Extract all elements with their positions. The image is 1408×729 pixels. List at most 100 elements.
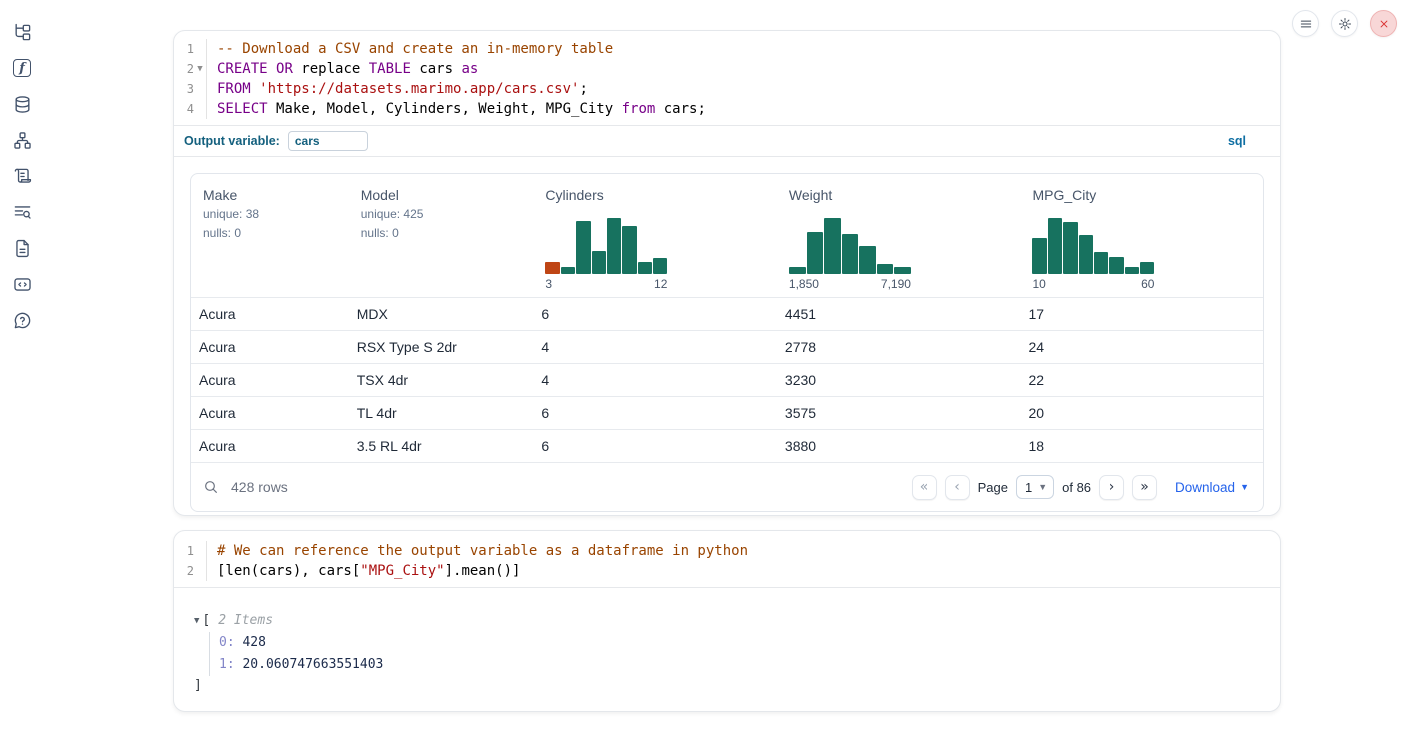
histogram-bar[interactable] bbox=[807, 232, 824, 274]
sidebar-item-snippets[interactable] bbox=[4, 266, 40, 302]
open-bracket: [ bbox=[202, 610, 210, 632]
token: replace bbox=[293, 61, 369, 77]
page-select[interactable]: 1 ▼ bbox=[1016, 475, 1054, 499]
table-cell: Acura bbox=[191, 405, 349, 421]
python-editor[interactable]: 1# We can reference the output variable … bbox=[174, 531, 1280, 587]
table-footer: 428 rows « ‹ Page 1 ▼ of 86 › » Download… bbox=[191, 462, 1263, 511]
table-cell: Acura bbox=[191, 372, 349, 388]
prev-page-icon: ‹ bbox=[954, 479, 960, 495]
next-page-button[interactable]: › bbox=[1099, 475, 1124, 500]
sidebar-item-datasources[interactable] bbox=[4, 86, 40, 122]
items-count-label: 2 Items bbox=[218, 610, 273, 632]
table-cell: TSX 4dr bbox=[349, 372, 534, 388]
logs-search-icon bbox=[13, 203, 32, 222]
line-gutter: 1 bbox=[174, 39, 207, 59]
histogram-bar[interactable] bbox=[1094, 252, 1108, 274]
column-histogram: 312 bbox=[545, 218, 667, 291]
histogram-bar[interactable] bbox=[1079, 235, 1093, 274]
sidebar-item-logs[interactable] bbox=[4, 194, 40, 230]
token: -- Download a CSV and create an in-memor… bbox=[217, 41, 613, 57]
axis-max-label: 60 bbox=[1141, 277, 1154, 291]
histogram-bar[interactable] bbox=[877, 264, 894, 274]
histogram-bar[interactable] bbox=[607, 218, 621, 274]
table-body: AcuraMDX6445117AcuraRSX Type S 2dr427782… bbox=[191, 297, 1263, 462]
tree-entry-key: 0: bbox=[219, 635, 235, 650]
histogram-bar[interactable] bbox=[592, 251, 606, 274]
histogram-bar[interactable] bbox=[653, 258, 667, 274]
table-column-header: MPG_City 1060 bbox=[1020, 174, 1263, 297]
page-total-label: of 86 bbox=[1062, 480, 1091, 495]
histogram-bar[interactable] bbox=[824, 218, 841, 274]
histogram-bar[interactable] bbox=[1032, 238, 1046, 274]
token: as bbox=[461, 61, 478, 77]
line-number: 3 bbox=[174, 79, 194, 99]
histogram-bar[interactable] bbox=[842, 234, 859, 274]
histogram-bar[interactable] bbox=[859, 246, 876, 274]
output-variable-input[interactable] bbox=[288, 131, 368, 151]
table-row[interactable]: AcuraMDX6445117 bbox=[191, 297, 1263, 330]
python-cell: 1# We can reference the output variable … bbox=[173, 530, 1281, 712]
histogram-bar[interactable] bbox=[1140, 262, 1154, 274]
last-page-button[interactable]: » bbox=[1132, 475, 1157, 500]
histogram-bar[interactable] bbox=[622, 226, 636, 274]
prev-page-button[interactable]: ‹ bbox=[945, 475, 970, 500]
histogram-bar[interactable] bbox=[576, 221, 590, 274]
table-row[interactable]: AcuraTL 4dr6357520 bbox=[191, 396, 1263, 429]
sql-editor[interactable]: 1 -- Download a CSV and create an in-memo… bbox=[174, 31, 1280, 125]
table-row[interactable]: AcuraRSX Type S 2dr4277824 bbox=[191, 330, 1263, 363]
table-cell: Acura bbox=[191, 306, 349, 322]
language-badge[interactable]: sql bbox=[1228, 134, 1246, 148]
first-page-button[interactable]: « bbox=[912, 475, 937, 500]
shutdown-button[interactable] bbox=[1370, 10, 1397, 37]
column-label[interactable]: Model bbox=[361, 187, 534, 203]
histogram-bar[interactable] bbox=[1109, 257, 1123, 274]
download-button[interactable]: Download ▼ bbox=[1175, 480, 1249, 495]
fold-chevron-icon[interactable]: ▼ bbox=[194, 59, 206, 79]
dependency-graph-icon bbox=[13, 131, 32, 150]
table-cell: 18 bbox=[1020, 438, 1263, 454]
help-icon bbox=[13, 311, 32, 330]
table-cell: 24 bbox=[1020, 339, 1263, 355]
sidebar-item-documentation[interactable] bbox=[4, 230, 40, 266]
column-label[interactable]: Make bbox=[203, 187, 349, 203]
histogram-bar[interactable] bbox=[1063, 222, 1077, 274]
token: from bbox=[622, 101, 656, 117]
token: "MPG_City" bbox=[360, 563, 444, 579]
table-cell: 17 bbox=[1020, 306, 1263, 322]
column-histogram: 1060 bbox=[1032, 218, 1154, 291]
histogram-bar[interactable] bbox=[545, 262, 559, 274]
table-row[interactable]: Acura3.5 RL 4dr6388018 bbox=[191, 429, 1263, 462]
histogram-bar[interactable] bbox=[561, 267, 575, 274]
table-cell: TL 4dr bbox=[349, 405, 534, 421]
chevron-down-icon: ▼ bbox=[1038, 482, 1047, 492]
sidebar-item-help[interactable] bbox=[4, 302, 40, 338]
line-gutter: 3 bbox=[174, 79, 207, 99]
table-cell: 4 bbox=[533, 372, 777, 388]
histogram-axis: 1,8507,190 bbox=[789, 277, 911, 291]
token: [len(cars), cars[ bbox=[217, 563, 360, 579]
sidebar-item-dependencies[interactable] bbox=[4, 122, 40, 158]
token: cars bbox=[411, 61, 462, 77]
histogram-bar[interactable] bbox=[1048, 218, 1062, 274]
column-label[interactable]: Weight bbox=[789, 187, 1021, 203]
table-cell: 3.5 RL 4dr bbox=[349, 438, 534, 454]
tree-entry-value: 428 bbox=[235, 635, 266, 650]
table-column-header: Cylinders 312 bbox=[533, 174, 777, 297]
search-icon[interactable] bbox=[203, 479, 219, 495]
line-number: 2 bbox=[174, 561, 194, 581]
tree-entry: 0: 428 bbox=[219, 632, 1280, 654]
sidebar-item-scratchpad[interactable] bbox=[4, 158, 40, 194]
histogram-bar[interactable] bbox=[894, 267, 911, 274]
column-label[interactable]: MPG_City bbox=[1032, 187, 1263, 203]
table-column-header: Weight 1,8507,190 bbox=[777, 174, 1021, 297]
collapse-chevron-icon[interactable]: ▼ bbox=[194, 610, 199, 632]
table-row[interactable]: AcuraTSX 4dr4323022 bbox=[191, 363, 1263, 396]
histogram-bar[interactable] bbox=[1125, 267, 1139, 274]
column-label[interactable]: Cylinders bbox=[545, 187, 777, 203]
sidebar-item-file-explorer[interactable] bbox=[4, 14, 40, 50]
histogram-bar[interactable] bbox=[789, 267, 806, 274]
histogram-bar[interactable] bbox=[638, 262, 652, 274]
menu-button[interactable] bbox=[1292, 10, 1319, 37]
settings-button[interactable] bbox=[1331, 10, 1358, 37]
sidebar-item-variables[interactable]: f bbox=[4, 50, 40, 86]
